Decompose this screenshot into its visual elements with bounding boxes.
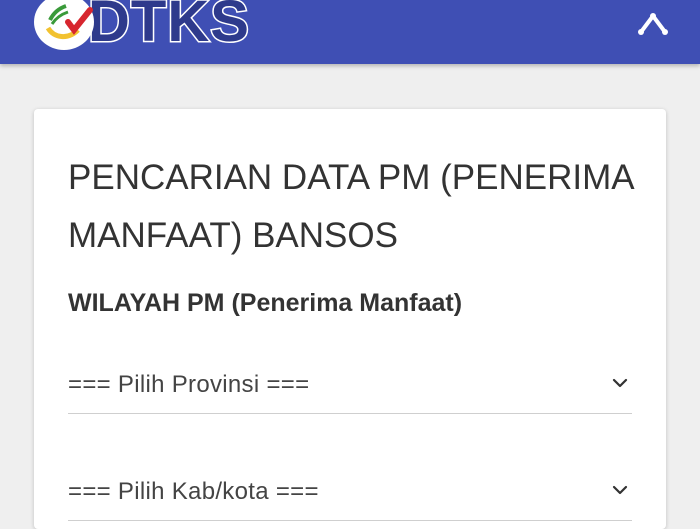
- province-select-value: === Pilih Provinsi ===: [68, 371, 310, 398]
- regency-city-select[interactable]: === Pilih Kab/kota ===: [68, 461, 632, 521]
- province-select[interactable]: === Pilih Provinsi ===: [68, 354, 632, 414]
- top-app-bar: DTKS: [0, 0, 700, 64]
- logo-text: DTKS: [87, 0, 251, 54]
- search-card: PENCARIAN DATA PM (PENERIMA MANFAAT) BAN…: [34, 109, 666, 529]
- regency-city-select-value: === Pilih Kab/kota ===: [68, 478, 319, 505]
- dtks-logo: DTKS: [34, 0, 260, 54]
- chevron-up-icon[interactable]: [636, 8, 670, 38]
- chevron-down-icon: [612, 376, 628, 390]
- region-section-label: WILAYAH PM (Penerima Manfaat): [68, 289, 463, 317]
- chevron-down-icon: [612, 483, 628, 497]
- page-title: PENCARIAN DATA PM (PENERIMA MANFAAT) BAN…: [68, 158, 633, 255]
- logo-emblem: [34, 0, 94, 50]
